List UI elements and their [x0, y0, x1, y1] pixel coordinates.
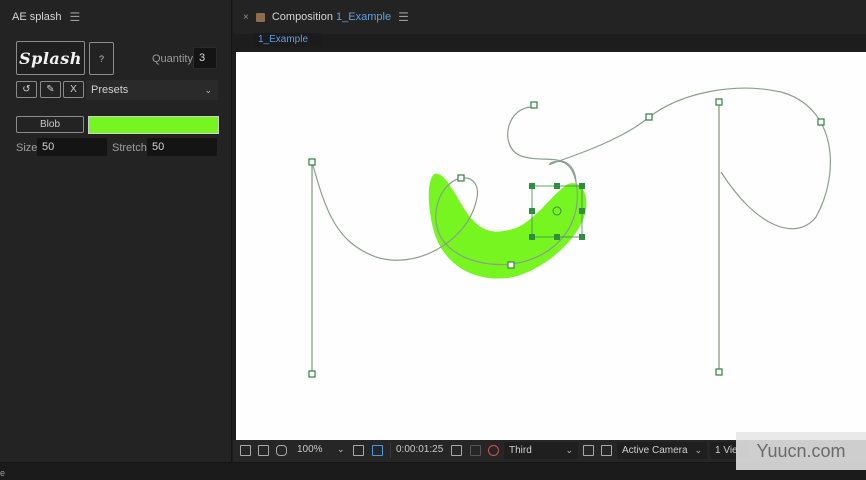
selection-handle[interactable]	[529, 183, 535, 189]
stretch-input[interactable]: 50	[147, 138, 217, 156]
selection-handle[interactable]	[529, 234, 535, 240]
selection-handle[interactable]	[579, 234, 585, 240]
mask-visibility-icon[interactable]	[372, 445, 383, 456]
timecode[interactable]: 0:00:01:25	[396, 444, 443, 455]
vertex-handle[interactable]	[715, 368, 723, 376]
splash-logo-text: Splash	[19, 48, 82, 68]
vertex-handle[interactable]	[457, 174, 465, 182]
resolution-dropdown[interactable]: Third ⌄	[504, 442, 578, 459]
vertex-handle[interactable]	[817, 118, 825, 126]
chevron-down-icon: ⌄	[565, 445, 573, 455]
resolution-value: Third	[509, 445, 532, 456]
composition-subtab[interactable]: 1_Example	[253, 33, 322, 47]
camera-snapshot-icon[interactable]	[451, 445, 462, 456]
color-channel-icon[interactable]	[488, 445, 499, 456]
blob-button[interactable]: Blob	[16, 116, 84, 133]
close-icon: X	[70, 84, 77, 95]
vertex-handle[interactable]	[308, 370, 316, 378]
panel-header: AE splash ☰	[0, 0, 231, 34]
selection-handle[interactable]	[554, 183, 560, 189]
loop-path	[507, 106, 577, 183]
monitor-icon[interactable]	[258, 445, 269, 456]
selection-handle[interactable]	[529, 208, 535, 214]
size-label: Size	[16, 142, 38, 154]
vertex-handle[interactable]	[308, 158, 316, 166]
edge-text: e	[0, 468, 6, 478]
composition-title[interactable]: Composition 1_Example	[272, 11, 391, 23]
selection-handle[interactable]	[579, 208, 585, 214]
pencil-icon: ✎	[46, 84, 55, 95]
panel-title: AE splash	[12, 11, 62, 23]
splash-logo-button[interactable]: Splash	[16, 41, 85, 75]
composition-prefix: Composition	[271, 11, 333, 23]
vertex-handle[interactable]	[507, 261, 515, 269]
layers-icon[interactable]	[240, 445, 251, 456]
vertex-handle[interactable]	[645, 113, 653, 121]
presets-dropdown[interactable]: Presets ⌄	[86, 80, 218, 100]
lock-icon[interactable]	[255, 12, 265, 22]
camera-dropdown[interactable]: Active Camera ⌄	[617, 442, 707, 459]
camera-value: Active Camera	[622, 445, 688, 456]
composition-tab-bar: × Composition 1_Example ☰	[233, 0, 866, 34]
ae-splash-panel: AE splash ☰ Splash ? Quantity 3 ↺ ✎ X Pr…	[0, 0, 232, 462]
help-button[interactable]: ?	[89, 42, 114, 75]
zoom-value[interactable]: 100%	[297, 444, 323, 455]
blob-color-swatch[interactable]	[88, 116, 219, 134]
after-effects-window: AE splash ☰ Splash ? Quantity 3 ↺ ✎ X Pr…	[0, 0, 866, 480]
views-value: 1 Vie	[715, 445, 738, 456]
stretch-label: Stretch	[112, 142, 147, 154]
presets-label: Presets	[91, 84, 129, 96]
hamburger-icon[interactable]: ☰	[70, 10, 81, 24]
refresh-icon: ↺	[22, 84, 31, 95]
grid-icon[interactable]	[353, 445, 364, 456]
close-tab-icon[interactable]: ×	[243, 12, 249, 23]
zoom-chevron-icon[interactable]: ⌄	[337, 444, 345, 455]
chevron-down-icon: ⌄	[204, 84, 212, 95]
quantity-input[interactable]: 3	[193, 47, 217, 69]
toolbar-separator	[390, 443, 391, 458]
refresh-button[interactable]: ↺	[16, 81, 37, 98]
quantity-label: Quantity	[152, 53, 193, 65]
transparency-grid-icon[interactable]	[601, 445, 612, 456]
composition-menu-icon[interactable]: ☰	[398, 10, 409, 24]
composition-name: 1_Example	[336, 11, 392, 23]
show-snapshot-icon[interactable]	[470, 445, 481, 456]
vertex-handle[interactable]	[715, 98, 723, 106]
edit-button[interactable]: ✎	[40, 81, 61, 98]
selection-handle[interactable]	[579, 183, 585, 189]
watermark: Yuucn.com	[736, 432, 866, 470]
chevron-down-icon: ⌄	[694, 445, 702, 455]
vertex-handle[interactable]	[530, 101, 538, 109]
selection-handle[interactable]	[554, 234, 560, 240]
size-input[interactable]: 50	[37, 138, 107, 156]
region-of-interest-icon[interactable]	[583, 445, 594, 456]
delete-button[interactable]: X	[63, 81, 84, 98]
viewer-canvas[interactable]	[236, 52, 866, 440]
composition-viewer[interactable]	[236, 52, 866, 440]
vr-goggles-icon[interactable]	[276, 445, 287, 456]
